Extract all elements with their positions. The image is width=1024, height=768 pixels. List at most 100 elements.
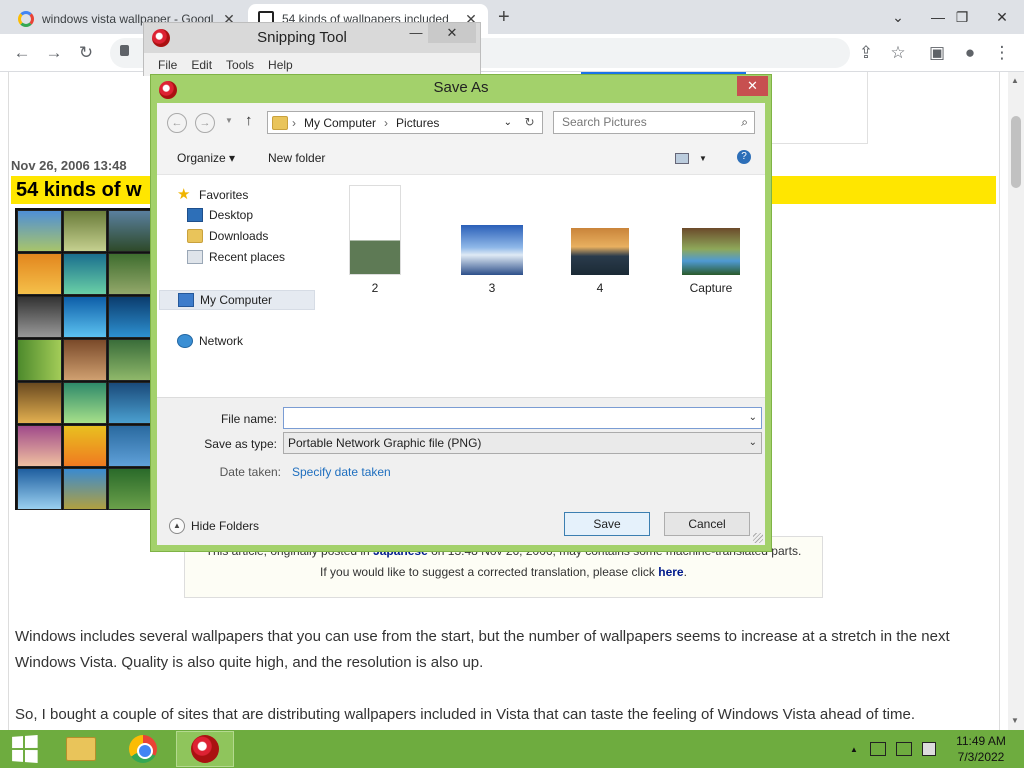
here-link[interactable]: here xyxy=(658,565,683,579)
save-as-type-value: Portable Network Graphic file (PNG) xyxy=(288,436,482,450)
wallpaper-thumb xyxy=(17,425,62,467)
chevron-down-icon[interactable]: ⌄ xyxy=(749,408,757,428)
hide-folders-button[interactable]: ▲ Hide Folders xyxy=(169,518,259,534)
menu-dots-icon[interactable]: ⋮ xyxy=(990,42,1014,64)
side-panel-icon[interactable]: ▣ xyxy=(925,42,949,64)
wallpaper-thumb xyxy=(62,425,108,467)
menu-tools[interactable]: Tools xyxy=(226,58,254,72)
address-breadcrumb[interactable]: › My Computer › Pictures ⌄ xyxy=(267,111,543,134)
page-scrollbar[interactable]: ▲ ▼ xyxy=(1008,72,1024,730)
volume-muted-icon[interactable] xyxy=(869,742,886,756)
hide-folders-label: Hide Folders xyxy=(191,519,260,533)
organize-button[interactable]: Organize ▾ xyxy=(177,151,235,165)
back-arrow-icon[interactable]: ← xyxy=(167,113,187,133)
file-name-input[interactable]: ⌄ xyxy=(283,407,762,429)
file-name: Capture xyxy=(689,281,733,295)
save-button[interactable]: Save xyxy=(564,512,650,536)
close-icon[interactable]: ✕ xyxy=(428,23,476,43)
menu-edit[interactable]: Edit xyxy=(191,58,212,72)
view-options-icon[interactable] xyxy=(675,153,689,164)
chevron-down-icon[interactable]: ⌄ xyxy=(504,117,512,128)
wallpaper-thumb xyxy=(62,210,108,252)
new-folder-button[interactable]: New folder xyxy=(268,151,325,165)
search-input[interactable]: Search Pictures ⌕ xyxy=(553,111,755,134)
cancel-button[interactable]: Cancel xyxy=(664,512,750,536)
profile-avatar-icon[interactable]: ● xyxy=(958,42,982,64)
bookmark-star-icon[interactable]: ☆ xyxy=(886,42,910,64)
resize-grip[interactable] xyxy=(753,533,763,543)
reload-icon[interactable]: ↻ xyxy=(74,42,98,64)
refresh-icon[interactable]: ↻ xyxy=(517,111,543,134)
nav-downloads[interactable]: Downloads xyxy=(187,229,268,243)
downloads-folder-icon xyxy=(187,229,203,243)
nav-favorites[interactable]: ★ Favorites xyxy=(177,187,248,202)
action-center-flag-icon[interactable] xyxy=(921,742,936,756)
forward-arrow-icon[interactable]: → xyxy=(195,113,215,133)
breadcrumb-my-computer[interactable]: My Computer xyxy=(300,116,380,130)
taskbar: ▲ 11:49 AM 7/3/2022 xyxy=(0,730,1024,768)
close-window-button[interactable]: ✕ xyxy=(980,0,1024,34)
wallpaper-thumb xyxy=(108,339,153,381)
navigation-pane: ★ Favorites Desktop Downloads Recent pla… xyxy=(157,175,317,397)
specify-date-link[interactable]: Specify date taken xyxy=(292,465,391,479)
nav-label: Network xyxy=(199,334,244,348)
menu-help[interactable]: Help xyxy=(268,58,293,72)
tab-search-button[interactable]: ⌄ xyxy=(876,0,920,34)
breadcrumb-separator-icon: › xyxy=(384,115,389,130)
forward-arrow-icon[interactable]: → xyxy=(42,42,66,64)
restore-button[interactable]: ❐ xyxy=(940,0,984,34)
scroll-down-icon[interactable]: ▼ xyxy=(1011,716,1019,725)
dialog-close-button[interactable]: ✕ xyxy=(737,76,768,96)
file-item[interactable]: 4 xyxy=(565,228,635,295)
save-as-type-select[interactable]: Portable Network Graphic file (PNG) ⌄ xyxy=(283,432,762,454)
wallpaper-thumb xyxy=(108,296,153,338)
search-icon[interactable]: ⌕ xyxy=(741,112,748,133)
windows-logo-icon xyxy=(12,735,38,763)
recent-dropdown-icon[interactable]: ▼ xyxy=(225,116,233,125)
google-icon xyxy=(18,11,34,27)
nav-recent-places[interactable]: Recent places xyxy=(187,250,285,264)
save-as-type-label: Save as type: xyxy=(204,437,277,451)
date-taken-label: Date taken: xyxy=(219,465,281,479)
taskbar-file-explorer[interactable] xyxy=(58,731,104,767)
back-arrow-icon[interactable]: ← xyxy=(10,42,34,64)
file-item[interactable]: Capture xyxy=(671,228,751,295)
nav-desktop[interactable]: Desktop xyxy=(187,208,253,222)
taskbar-snipping-tool[interactable] xyxy=(176,731,234,767)
navigation-row: ← → ▼ ↑ › My Computer › Pictures ⌄ ↻ Sea… xyxy=(157,103,765,141)
nav-my-computer[interactable]: My Computer xyxy=(159,290,315,310)
file-thumbnail xyxy=(571,228,629,275)
wallpaper-thumb xyxy=(62,253,108,295)
menu-file[interactable]: File xyxy=(158,58,177,72)
recent-places-icon xyxy=(187,250,203,264)
nav-label: Favorites xyxy=(199,187,249,202)
file-thumbnail xyxy=(461,225,523,275)
new-tab-button[interactable]: + xyxy=(498,6,510,29)
chevron-down-icon[interactable]: ▼ xyxy=(699,154,707,163)
help-icon[interactable]: ? xyxy=(737,150,751,164)
up-arrow-icon[interactable]: ↑ xyxy=(245,112,253,129)
wallpaper-thumb xyxy=(62,468,108,510)
taskbar-clock[interactable]: 11:49 AM 7/3/2022 xyxy=(950,733,1012,765)
dialog-title: Save As xyxy=(433,79,489,96)
start-button[interactable] xyxy=(4,731,44,767)
file-item[interactable]: 2 xyxy=(347,185,403,295)
scrollbar-thumb[interactable] xyxy=(1011,116,1021,188)
nav-label: Downloads xyxy=(209,229,269,243)
wallpaper-thumbnail-grid[interactable] xyxy=(15,208,155,510)
breadcrumb-pictures[interactable]: Pictures xyxy=(392,116,443,130)
wallpaper-thumb xyxy=(17,296,62,338)
file-name: 4 xyxy=(596,281,604,295)
scroll-up-icon[interactable]: ▲ xyxy=(1011,76,1019,85)
file-item[interactable]: 3 xyxy=(457,225,527,295)
nav-network[interactable]: Network xyxy=(177,334,243,348)
share-icon[interactable]: ⇪ xyxy=(854,42,878,64)
taskbar-chrome[interactable] xyxy=(118,731,168,767)
file-thumbnail xyxy=(349,185,401,275)
nav-label: Desktop xyxy=(209,208,254,222)
minimize-button[interactable]: — xyxy=(406,23,426,43)
wallpaper-thumb xyxy=(17,382,62,424)
tray-overflow-icon[interactable]: ▲ xyxy=(850,745,858,754)
wallpaper-thumb xyxy=(17,253,62,295)
network-status-icon[interactable] xyxy=(895,742,912,756)
